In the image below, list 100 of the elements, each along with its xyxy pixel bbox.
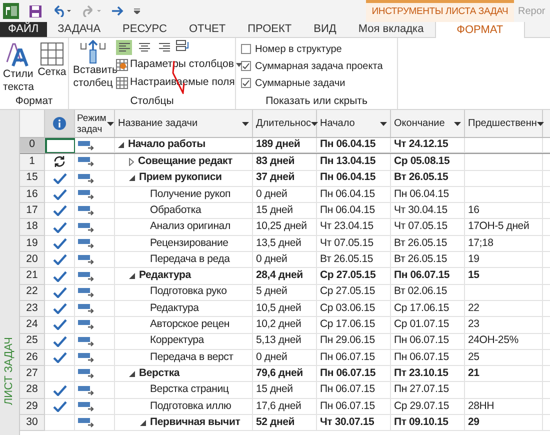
table-cell: Пн 06.07.15 (391, 350, 465, 366)
check-icon (52, 336, 66, 347)
row-number[interactable]: 22 (20, 284, 45, 301)
row-number[interactable]: 23 (20, 300, 45, 318)
checkbox-option[interactable]: Номер в структуре (241, 41, 392, 57)
table-cell: Вт 02.06.15 (391, 284, 465, 301)
wrap-text-icon[interactable] (176, 40, 190, 52)
table-cell: Пт 09.10.15 (391, 415, 465, 432)
task-mode-icon (78, 319, 96, 330)
column-header[interactable]: Окончание (391, 110, 465, 137)
table-cell: Чт 30.04.15 (391, 203, 465, 220)
row-number[interactable]: 21 (20, 268, 45, 285)
table-cell: 17,6 дней (253, 398, 317, 416)
row-number[interactable]: 16 (20, 186, 45, 204)
group-label: Столбцы (129, 95, 175, 109)
table-cell: Пн 06.07.15 (317, 398, 391, 416)
check-icon (52, 254, 66, 266)
row-number[interactable]: 24 (20, 317, 45, 334)
dropdown-arrow-icon[interactable] (242, 122, 249, 126)
column-header[interactable]: Предшественн (465, 110, 543, 137)
table-cell: 16 (465, 203, 543, 220)
checkbox-option[interactable]: Суммарные задачи (241, 75, 392, 91)
save-icon[interactable] (29, 4, 42, 18)
checkbox[interactable] (241, 61, 251, 71)
column-settings-icon (116, 59, 128, 71)
dropdown-arrow-icon[interactable] (536, 122, 544, 126)
row-number[interactable]: 26 (20, 350, 45, 366)
ribbon-tab[interactable]: ФОРМАТ (434, 22, 525, 38)
column-header[interactable]: Длительнос (253, 110, 317, 137)
table-cell: Вт 26.05.15 (391, 252, 465, 268)
gridlines-button[interactable]: Сетка (37, 42, 67, 95)
row-number[interactable]: 19 (20, 236, 45, 252)
row-number[interactable]: 15 (20, 170, 45, 187)
ribbon-tab[interactable]: Моя вкладка (347, 22, 435, 37)
column-header[interactable]: Начало (317, 110, 391, 137)
expand-triangle-icon[interactable] (129, 158, 134, 166)
dropdown-arrow-icon[interactable] (454, 122, 461, 126)
table-cell: Ср 01.07.15 (391, 317, 465, 334)
row-number[interactable]: 18 (20, 219, 45, 236)
table-cell: Пн 27.07.15 (391, 382, 465, 399)
app-logo-icon (3, 3, 19, 19)
undo-icon[interactable] (52, 5, 72, 17)
collapse-triangle-icon[interactable] (140, 420, 146, 426)
task-name: Обработка (150, 202, 202, 218)
ribbon-tab[interactable]: ЗАДАЧА (46, 22, 112, 37)
table-cell: Вт 26.05.15 (317, 252, 391, 268)
customize-menu-icon[interactable] (134, 8, 140, 14)
row-number[interactable]: 20 (20, 252, 45, 268)
table-cell: 23 (465, 317, 543, 334)
table-cell: Пн 06.07.15 (317, 366, 391, 382)
ribbon-tab[interactable]: ОТЧЕТ (178, 22, 237, 37)
checkbox[interactable] (241, 44, 251, 54)
task-mode-icon (78, 286, 96, 298)
ribbon-tab[interactable]: ФАЙЛ (0, 22, 47, 37)
arrow-right-icon[interactable] (112, 6, 124, 16)
checkbox[interactable] (241, 78, 251, 88)
collapse-triangle-icon[interactable] (129, 273, 135, 280)
table-cell: Ср 27.05.15 (317, 284, 391, 301)
collapse-triangle-icon[interactable] (129, 370, 135, 377)
task-mode-icon (78, 172, 96, 184)
collapse-triangle-icon[interactable] (129, 175, 135, 182)
table-cell: 10,5 дней (253, 300, 317, 318)
collapse-triangle-icon[interactable] (118, 142, 124, 148)
column-header[interactable]: Название задачи (115, 110, 253, 137)
column-header[interactable] (45, 110, 75, 137)
row-number[interactable]: 17 (20, 203, 45, 220)
ribbon-tab[interactable]: ПРОЕКТ (236, 22, 303, 37)
table-cell: Вт 26.05.15 (391, 170, 465, 187)
check-icon (52, 303, 66, 314)
ribbon-tab[interactable]: ВИД (302, 22, 348, 37)
task-name: Передача в реда (150, 252, 230, 267)
text-styles-icon (5, 42, 31, 68)
column-header[interactable]: Режим задач (75, 110, 115, 137)
check-icon (52, 400, 66, 412)
row-number[interactable]: 29 (20, 398, 45, 416)
task-name: Рецензирование (150, 236, 228, 251)
table-cell: 10,2 дней (253, 317, 317, 334)
row-number[interactable]: 25 (20, 334, 45, 350)
table-cell: Пн 06.07.15 (317, 350, 391, 366)
table-cell: 21 (465, 366, 543, 382)
row-number[interactable]: 27 (20, 366, 45, 382)
checkbox-option[interactable]: Суммарная задача проекта (241, 58, 392, 74)
check-icon (52, 384, 66, 396)
row-number[interactable]: 0 (20, 138, 45, 154)
context-tab-header: Repor (517, 4, 546, 18)
row-number[interactable]: 30 (20, 415, 45, 432)
row-number[interactable]: 1 (20, 154, 45, 171)
indicator-cell[interactable] (45, 138, 75, 154)
task-name: Подготовка руко (150, 284, 227, 300)
table-cell: 79,6 дней (253, 366, 317, 382)
row-number[interactable]: 28 (20, 382, 45, 399)
ribbon-tab[interactable]: РЕСУРС (112, 22, 178, 37)
text-styles-button[interactable]: Стили текста (3, 42, 33, 95)
table-cell: Ср 03.06.15 (317, 300, 391, 318)
table-cell: Пн 06.04.15 (317, 138, 391, 154)
task-mode-icon (78, 352, 96, 363)
dropdown-arrow-icon[interactable] (311, 122, 318, 126)
dropdown-arrow-icon[interactable] (107, 122, 114, 126)
align-button[interactable] (116, 40, 132, 55)
dropdown-arrow-icon[interactable] (380, 122, 387, 126)
